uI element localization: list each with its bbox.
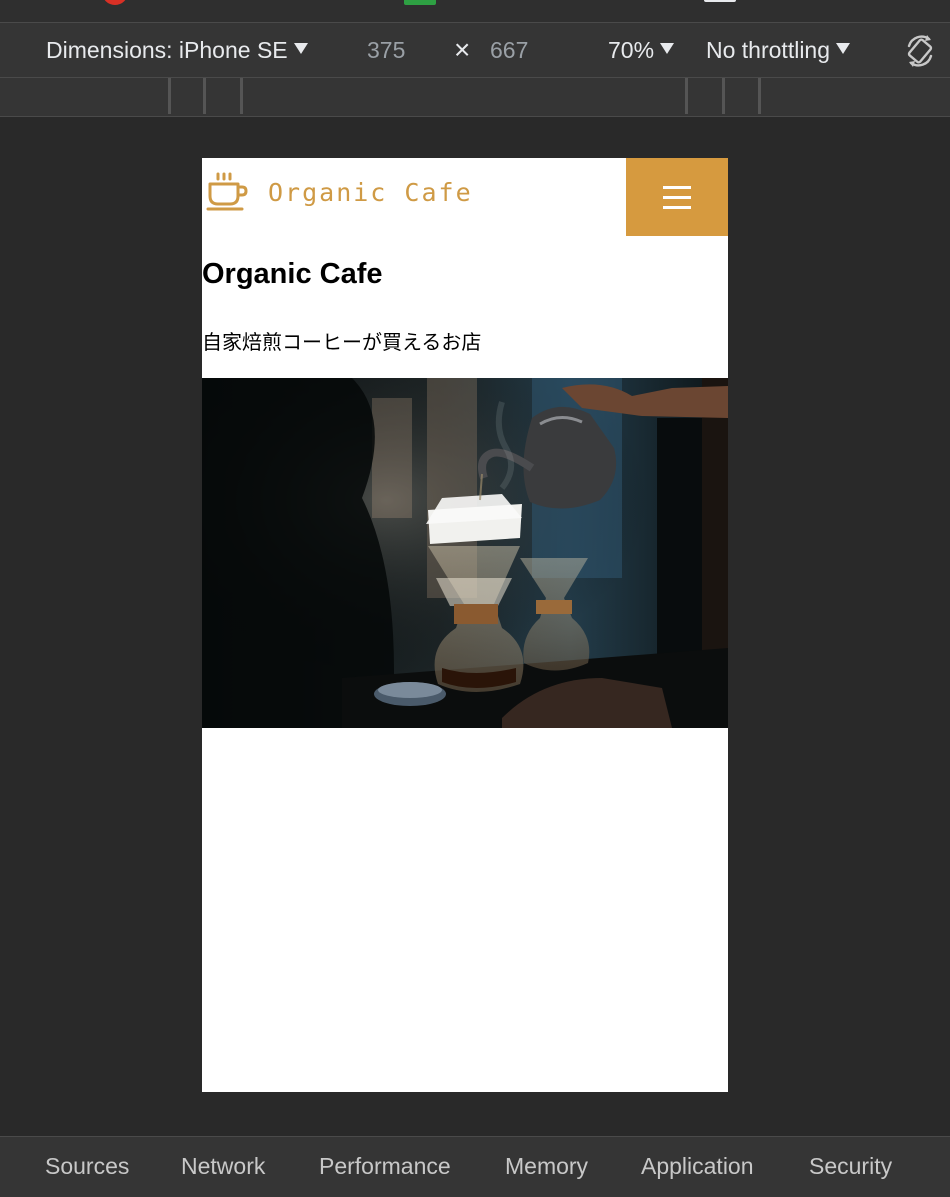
- zoom-label: 70%: [608, 37, 655, 63]
- rotate-icon[interactable]: [902, 33, 938, 69]
- pour-over-coffee-photo: [202, 378, 728, 728]
- page-subtitle: 自家焙煎コーヒーが買えるお店: [202, 330, 482, 354]
- hamburger-menu-icon: [663, 195, 691, 199]
- times-icon: ×: [454, 34, 471, 65]
- throttling-dropdown[interactable]: No throttling: [706, 23, 851, 77]
- site-header: Organic Cafe: [202, 158, 728, 236]
- chevron-down-icon: [836, 43, 851, 54]
- tab-sources[interactable]: Sources: [45, 1137, 129, 1195]
- height-input[interactable]: 667: [490, 23, 528, 77]
- red-tab-indicator: [102, 0, 128, 5]
- tab-application[interactable]: Application: [641, 1137, 754, 1195]
- hamburger-menu-icon: [663, 205, 691, 209]
- media-query-marker[interactable]: [168, 78, 171, 114]
- browser-top-strip: [0, 0, 950, 23]
- coffee-cup-icon: [206, 172, 248, 211]
- green-tab-indicator: [404, 0, 436, 5]
- media-query-marker[interactable]: [758, 78, 761, 114]
- hamburger-menu-button[interactable]: [626, 158, 728, 236]
- tab-security[interactable]: Security: [809, 1137, 892, 1195]
- hero-image: [202, 378, 728, 728]
- throttling-label: No throttling: [706, 37, 831, 63]
- chevron-down-icon: [660, 43, 675, 54]
- device-dropdown[interactable]: Dimensions: iPhone SE: [46, 23, 308, 77]
- site-logo[interactable]: Organic Cafe: [206, 172, 473, 212]
- chevron-down-icon: [293, 43, 308, 54]
- device-label: Dimensions: iPhone SE: [46, 37, 288, 63]
- logo-text: Organic Cafe: [268, 177, 473, 207]
- tab-performance[interactable]: Performance: [319, 1137, 451, 1195]
- hamburger-menu-icon: [663, 185, 691, 189]
- page-title: Organic Cafe: [202, 258, 383, 290]
- media-query-marker[interactable]: [203, 78, 206, 114]
- white-tab-indicator: [704, 0, 736, 2]
- device-toolbar: Dimensions: iPhone SE 375 × 667 70% No t…: [0, 23, 950, 78]
- media-query-marker[interactable]: [240, 78, 243, 114]
- media-query-bar: [0, 78, 950, 117]
- devtools-tab-bar: Sources Network Performance Memory Appli…: [0, 1136, 950, 1197]
- tab-network[interactable]: Network: [181, 1137, 265, 1195]
- width-input[interactable]: 375: [367, 23, 405, 77]
- media-query-marker[interactable]: [685, 78, 688, 114]
- tab-memory[interactable]: Memory: [505, 1137, 588, 1195]
- zoom-dropdown[interactable]: 70%: [608, 23, 675, 77]
- media-query-marker[interactable]: [722, 78, 725, 114]
- device-viewport[interactable]: Organic Cafe Organic Cafe 自家焙煎コーヒーが買えるお店: [202, 158, 728, 1092]
